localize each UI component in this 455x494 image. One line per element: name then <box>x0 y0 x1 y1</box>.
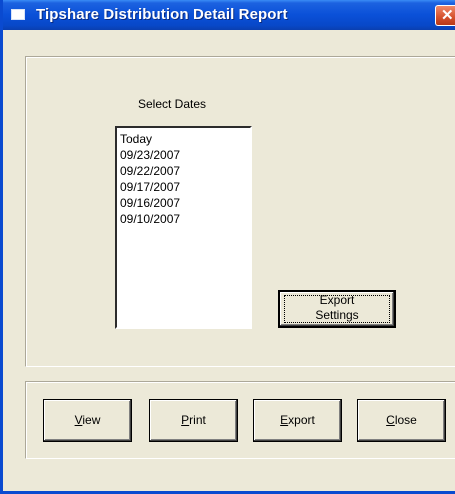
export-settings-line2: Settings <box>315 308 359 322</box>
close-button[interactable]: Close <box>357 399 446 442</box>
date-list-item[interactable]: Today <box>120 131 250 147</box>
export-accelerator: E <box>280 413 289 427</box>
export-settings-button[interactable]: Export Settings <box>278 290 396 328</box>
window-app-icon <box>11 9 25 20</box>
export-settings-line1: Export <box>319 293 355 307</box>
date-list-item[interactable]: 09/23/2007 <box>120 147 250 163</box>
export-button[interactable]: Export <box>253 399 342 442</box>
close-icon: ✕ <box>441 7 454 24</box>
view-button[interactable]: View <box>43 399 132 442</box>
report-window: Tipshare Distribution Detail Report ✕ Se… <box>0 0 455 494</box>
export-label: xport <box>288 413 315 427</box>
window-close-button[interactable]: ✕ <box>435 5 455 26</box>
close-accelerator: C <box>386 413 395 427</box>
view-label: iew <box>82 413 101 427</box>
dates-listbox[interactable]: Today 09/23/2007 09/22/2007 09/17/2007 0… <box>115 126 252 329</box>
print-accelerator: P <box>181 413 190 427</box>
title-bar[interactable]: Tipshare Distribution Detail Report ✕ <box>3 0 455 30</box>
date-list-item[interactable]: 09/16/2007 <box>120 195 250 211</box>
close-label: lose <box>394 413 417 427</box>
date-list-item[interactable]: 09/22/2007 <box>120 163 250 179</box>
date-list-item[interactable]: 09/17/2007 <box>120 179 250 195</box>
date-list-item[interactable]: 09/10/2007 <box>120 211 250 227</box>
print-label: rint <box>189 413 206 427</box>
select-dates-label: Select Dates <box>138 97 207 111</box>
window-title: Tipshare Distribution Detail Report <box>36 6 288 23</box>
print-button[interactable]: Print <box>149 399 238 442</box>
